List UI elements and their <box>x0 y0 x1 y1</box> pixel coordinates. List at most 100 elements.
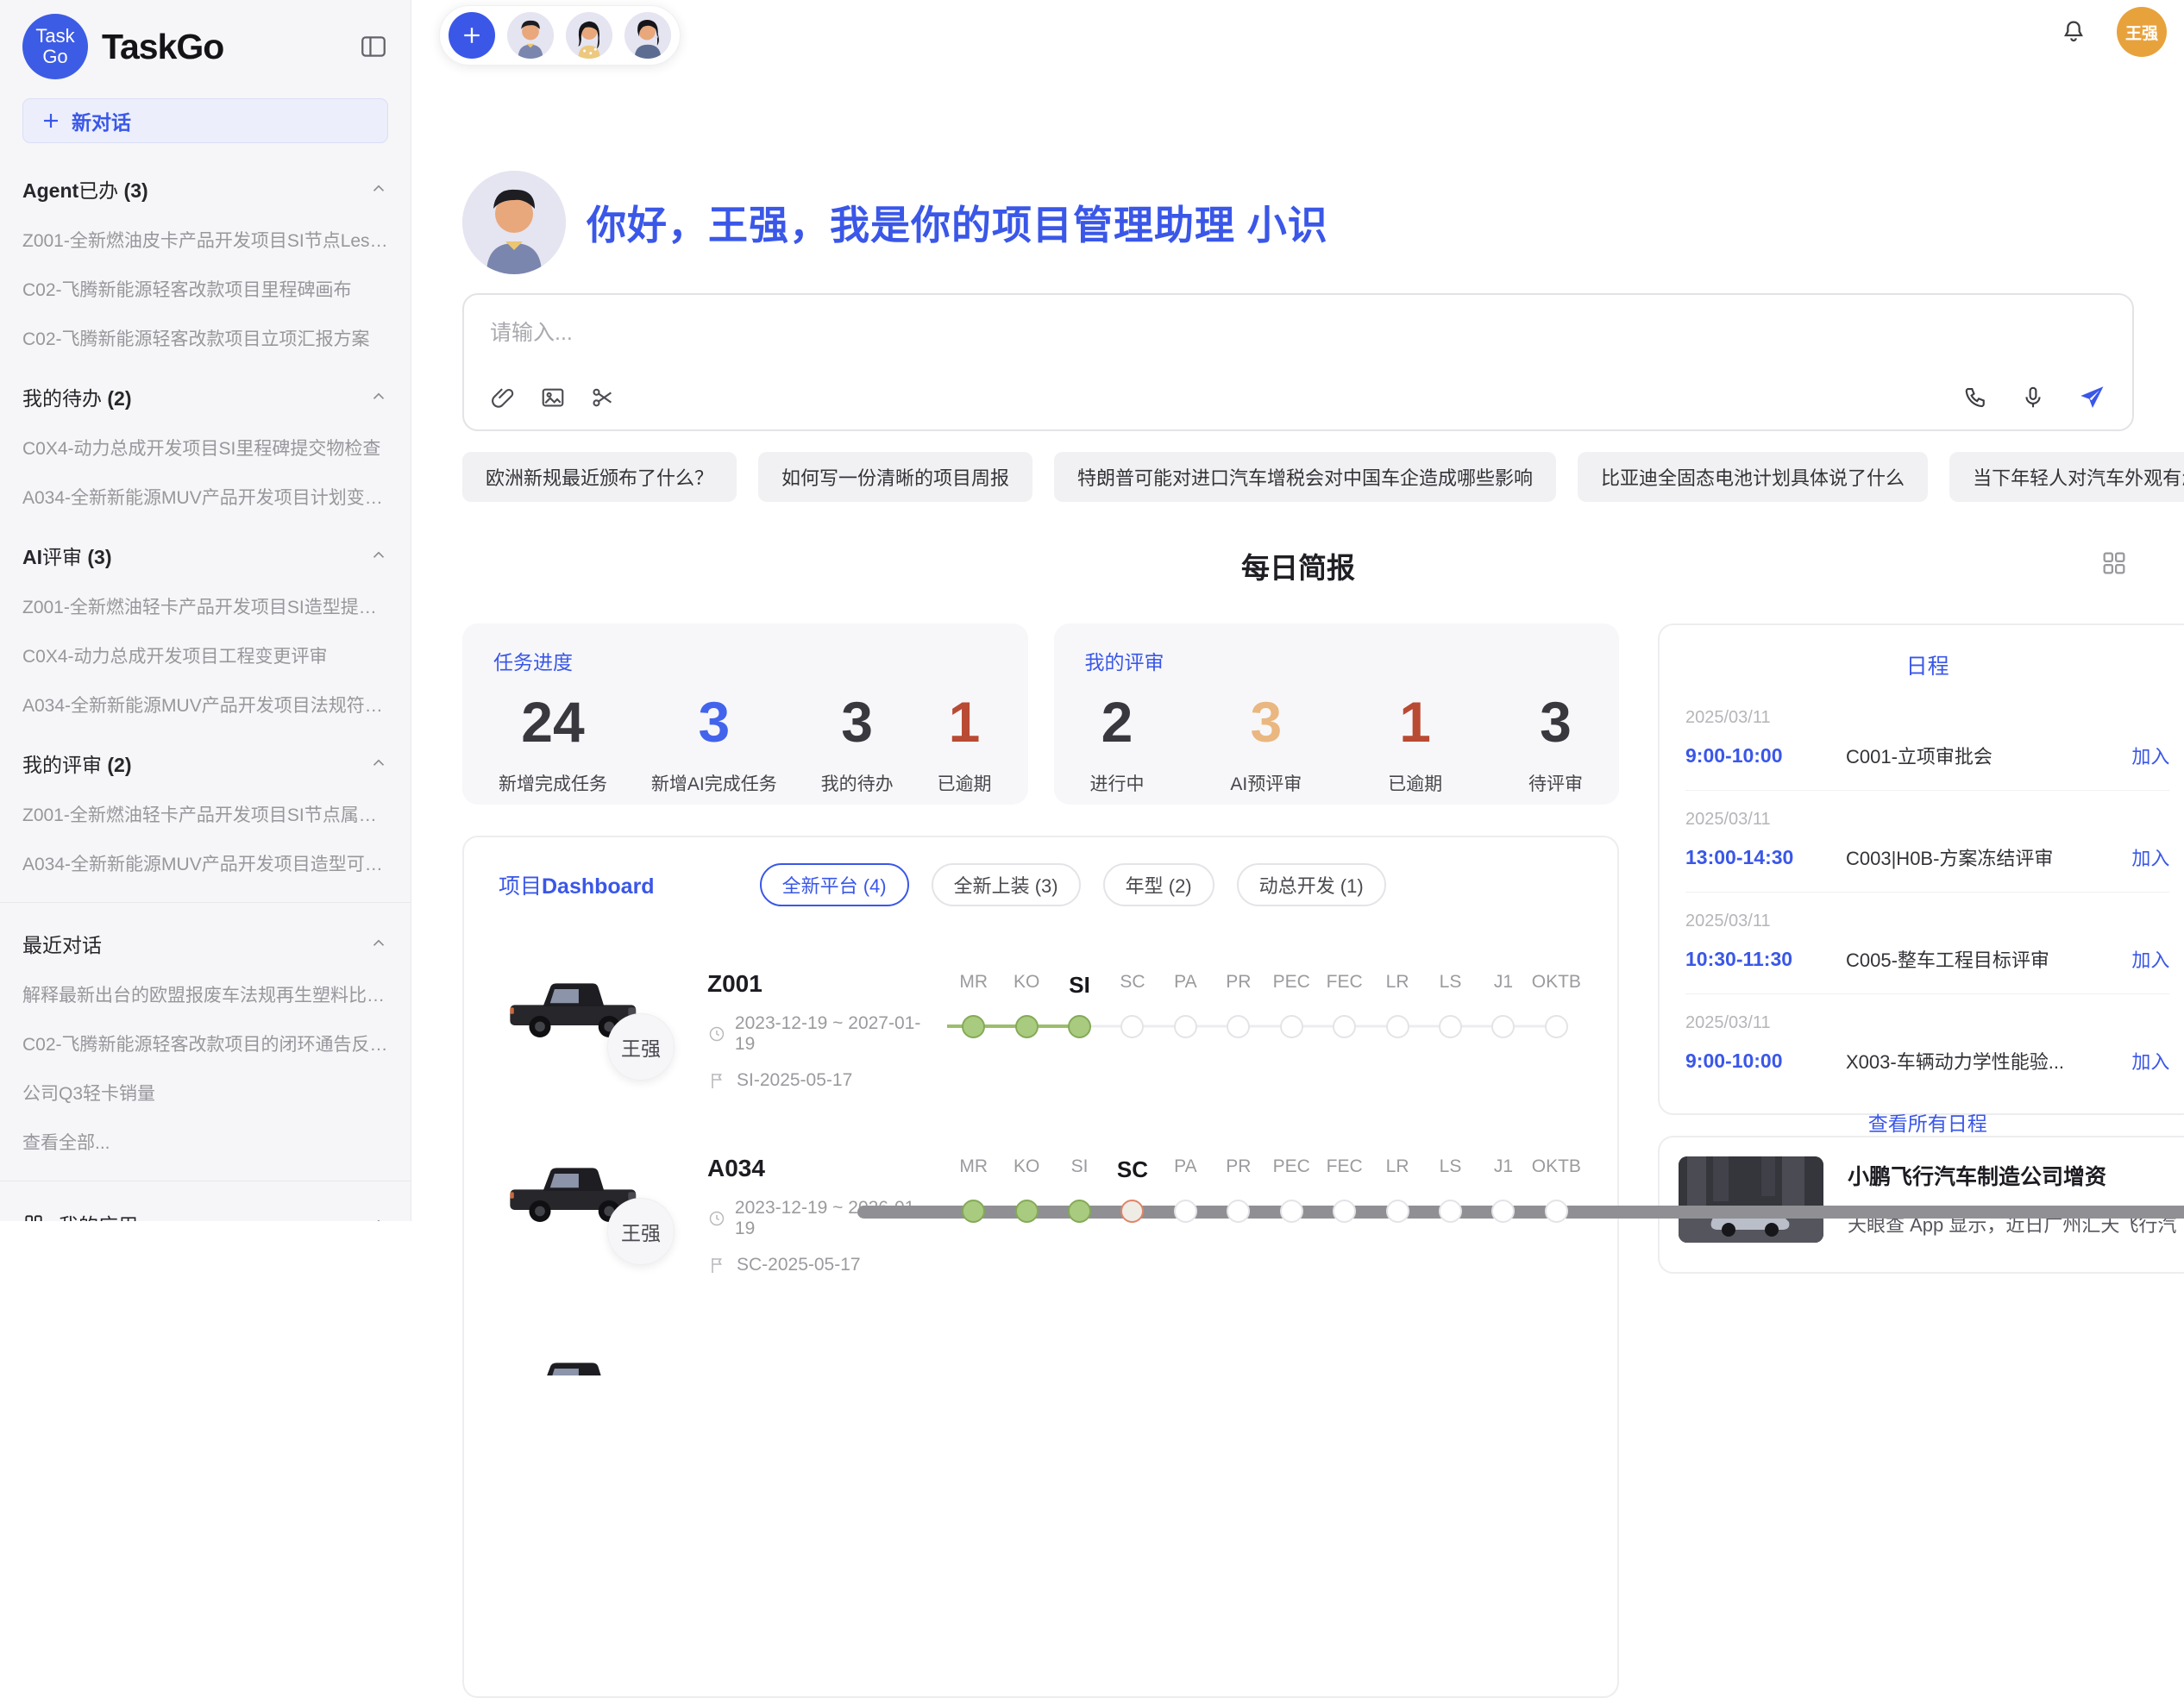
chevron-up-icon[interactable] <box>369 1214 388 1221</box>
stat-label: 新增完成任务 <box>499 770 607 796</box>
project-name: A034 <box>707 1155 923 1182</box>
new-chat-button[interactable]: 新对话 <box>22 98 388 143</box>
stat: 3 我的待办 <box>821 691 894 796</box>
flag-icon <box>707 1255 728 1275</box>
recent-chat-item[interactable]: 解释最新出台的欧盟报废车法规再生塑料比例被调至15%... <box>22 981 388 1007</box>
sidebar-task-item[interactable]: C0X4-动力总成开发项目工程变更评审 <box>22 642 388 668</box>
event-join-link[interactable]: 加入 <box>2131 945 2169 973</box>
avatar[interactable] <box>566 12 612 59</box>
assistant-avatar <box>462 171 566 274</box>
milestone-label: PEC <box>1273 972 1310 1003</box>
chevron-up-icon[interactable] <box>369 754 388 773</box>
sidebar-sections: Agent已办 (3) Z001-全新燃油皮卡产品开发项目SI节点Lesson … <box>22 174 388 876</box>
sidebar-task-item[interactable]: C02-飞腾新能源轻客改款项目里程碑画布 <box>22 276 388 302</box>
avatar[interactable] <box>507 12 554 59</box>
sidebar-section: 我的评审 (2) Z001-全新燃油轻卡产品开发项目SI节点属性5D文件评审 A… <box>22 749 388 876</box>
stat-card-title: 任务进度 <box>493 646 997 675</box>
apps-grid-icon <box>22 1212 45 1221</box>
avatar[interactable] <box>624 12 671 59</box>
sidebar-task-item[interactable]: C0X4-动力总成开发项目SI里程碑提交物检查 <box>22 435 388 461</box>
composer-input[interactable]: 请输入... <box>490 316 2106 383</box>
suggestion-chip[interactable]: 如何写一份清晰的项目周报 <box>758 452 1032 502</box>
sidebar-task-item[interactable]: C02-飞腾新能源轻客改款项目立项汇报方案 <box>22 325 388 351</box>
milestone-dot <box>1174 1200 1197 1223</box>
section-title: AI评审 (3) <box>22 541 369 570</box>
new-chat-label: 新对话 <box>72 106 131 135</box>
send-icon[interactable] <box>2077 383 2106 412</box>
image-icon[interactable] <box>540 385 566 410</box>
chevron-up-icon[interactable] <box>369 546 388 565</box>
sidebar-task-item[interactable]: Z001-全新燃油轻卡产品开发项目SI节点属性5D文件评审 <box>22 801 388 827</box>
stat-label: 我的待办 <box>821 770 894 796</box>
recent-chat-item[interactable]: 公司Q3轻卡销量 <box>22 1080 388 1106</box>
event-date: 2025/03/11 <box>1685 810 2169 830</box>
event-join-link[interactable]: 加入 <box>2131 742 2169 769</box>
sidebar-task-item[interactable]: A034-全新新能源MUV产品开发项目计划变更表编写 <box>22 484 388 510</box>
event-time: 9:00-10:00 <box>1685 1050 1846 1073</box>
project-rows: 王强 Z001 2023-12-19 ~ 2027-01-19 SI-2025-… <box>499 970 1583 1275</box>
chevron-up-icon[interactable] <box>369 387 388 406</box>
horizontal-scrollbar[interactable] <box>857 1206 2184 1219</box>
milestone-dot <box>1227 1200 1250 1223</box>
sidebar: Task Go TaskGo 新对话 Agent已办 (3) <box>0 0 411 1221</box>
stat-value: 3 <box>1528 691 1583 753</box>
dashboard-tab[interactable]: 全新上装 (3) <box>932 863 1081 906</box>
sidebar-task-item[interactable]: Z001-全新燃油轻卡产品开发项目SI造型提交物评审 <box>22 593 388 619</box>
project-date-range: 2023-12-19 ~ 2027-01-19 <box>707 1013 923 1055</box>
notification-bell-icon[interactable] <box>2060 18 2087 46</box>
recent-chat-item[interactable]: C02-飞腾新能源轻客改款项目的闭环通告反馈情况 <box>22 1031 388 1056</box>
recent-chat-item[interactable]: 查看全部... <box>22 1129 388 1155</box>
view-all-schedule-link[interactable]: 查看所有日程 <box>1685 1095 2169 1137</box>
attachment-icon[interactable] <box>490 385 516 410</box>
milestone-dot <box>1333 1200 1356 1223</box>
milestone-label: FEC <box>1327 1156 1363 1187</box>
app-logo-line2: Go <box>42 47 67 67</box>
milestone-label: LR <box>1386 972 1409 1003</box>
daily-brief-title: 每日简报 <box>1241 552 1355 584</box>
milestone-label: PR <box>1226 972 1251 1003</box>
chevron-up-icon[interactable] <box>369 934 388 953</box>
event-time: 13:00-14:30 <box>1685 846 1846 869</box>
stat-value: 3 <box>1230 691 1302 753</box>
dashboard-tab[interactable]: 年型 (2) <box>1103 863 1214 906</box>
stat-label: 进行中 <box>1090 770 1145 796</box>
milestone-dot <box>1015 1015 1039 1038</box>
microphone-icon[interactable] <box>2020 385 2046 410</box>
milestone-label: SI <box>1069 972 1090 1003</box>
chevron-up-icon[interactable] <box>369 179 388 198</box>
user-avatar[interactable]: 王强 <box>2117 7 2167 57</box>
add-member-button[interactable] <box>449 12 495 59</box>
sidebar-collapse-icon[interactable] <box>359 32 388 61</box>
sidebar-task-item[interactable]: A034-全新新能源MUV产品开发项目造型可行性评审 <box>22 850 388 876</box>
event-join-link[interactable]: 加入 <box>2131 843 2169 871</box>
suggestion-chip[interactable]: 欧洲新规最近颁布了什么？ <box>462 452 737 502</box>
suggestion-chip[interactable]: 特朗普可能对进口汽车增税会对中国车企造成哪些影响 <box>1054 452 1556 502</box>
team-avatar-pill <box>439 5 681 66</box>
sidebar-section: 我的待办 (2) C0X4-动力总成开发项目SI里程碑提交物检查 A034-全新… <box>22 382 388 510</box>
stat: 2 进行中 <box>1090 691 1145 796</box>
stat-value: 2 <box>1090 691 1145 753</box>
scissors-icon[interactable] <box>590 385 616 410</box>
dashboard-tab[interactable]: 动总开发 (1) <box>1237 863 1386 906</box>
recent-chats-title: 最近对话 <box>22 929 369 958</box>
layout-grid-icon[interactable] <box>2099 548 2129 578</box>
sidebar-task-item[interactable]: Z001-全新燃油皮卡产品开发项目SI节点Lesson Learn报告 <box>22 227 388 253</box>
milestone-dot <box>1386 1200 1409 1223</box>
event-join-link[interactable]: 加入 <box>2131 1047 2169 1075</box>
phone-icon[interactable] <box>1963 385 1989 410</box>
stat-value: 24 <box>499 691 607 753</box>
event-date: 2025/03/11 <box>1685 1013 2169 1033</box>
milestone-dot <box>1068 1200 1091 1223</box>
app-title: TaskGo <box>102 27 345 67</box>
news-card[interactable]: 小鹏飞行汽车制造公司增资 天眼查 App 显示，近日广州汇天飞行汽 <box>1658 1136 2184 1274</box>
project-row[interactable]: 王强 Z001 2023-12-19 ~ 2027-01-19 SI-2025-… <box>499 970 1583 1091</box>
dashboard-tab[interactable]: 全新平台 (4) <box>760 863 909 906</box>
project-owner-badge: 王强 <box>607 1198 675 1265</box>
milestone-timeline: MRKOSISCPAPRPECFECLRLSJ1OKTB <box>947 972 1583 1039</box>
suggestion-chip[interactable]: 当下年轻人对汽车外观有怎样的喜好趋势 <box>1949 452 2184 502</box>
my-apps-title: 我的应用 <box>59 1209 355 1221</box>
suggestion-chip[interactable]: 比亚迪全固态电池计划具体说了什么 <box>1578 452 1928 502</box>
clock-icon <box>707 1208 726 1229</box>
sidebar-task-item[interactable]: A034-全新新能源MUV产品开发项目法规符合性评审 <box>22 692 388 717</box>
stat: 1 已逾期 <box>937 691 991 796</box>
